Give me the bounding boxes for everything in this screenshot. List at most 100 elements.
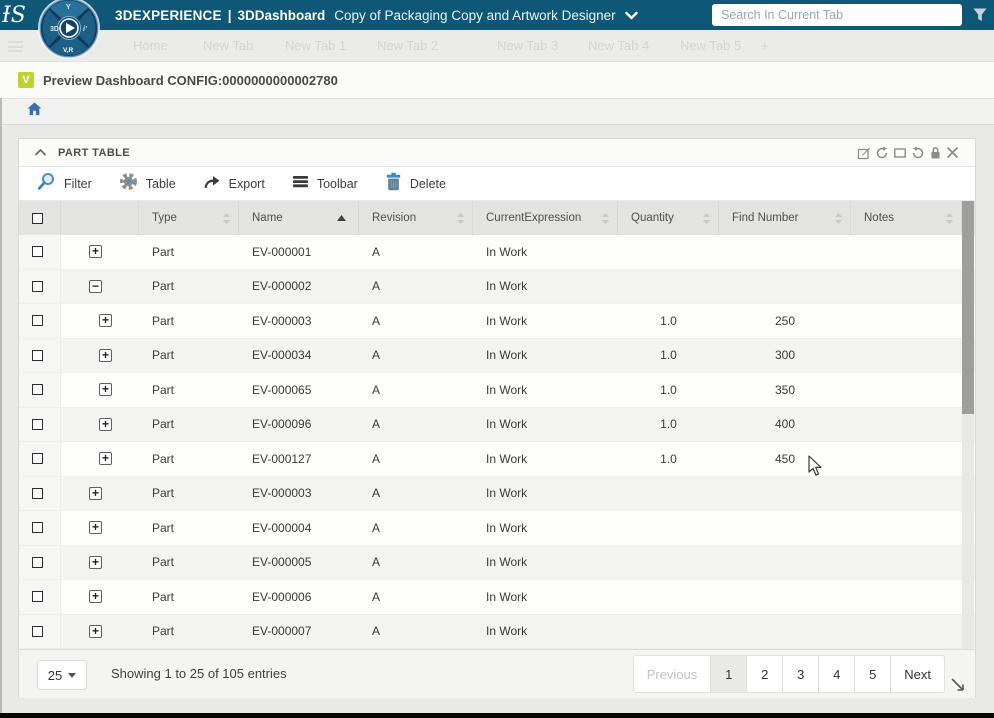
tab-new-tab-5[interactable]: New Tab 5 <box>680 38 741 53</box>
tab-new-tab-4[interactable]: New Tab 4 <box>588 38 649 53</box>
expand-row-button[interactable]: + <box>99 452 112 466</box>
cell-find-number: 300 <box>774 348 796 363</box>
row-checkbox[interactable] <box>32 487 43 499</box>
cell-type: Part <box>152 279 175 294</box>
sort-icon[interactable] <box>835 212 842 224</box>
lock-widget-icon[interactable] <box>929 146 942 160</box>
cell-type: Part <box>152 520 175 535</box>
collapse-widget-icon[interactable] <box>35 149 46 156</box>
refresh-widget-icon[interactable] <box>875 146 889 160</box>
expand-row-button[interactable]: + <box>99 417 112 431</box>
filter-funnel-icon[interactable] <box>972 7 988 28</box>
column-header-notes[interactable]: Notes <box>851 201 962 235</box>
cell-type: Part <box>152 382 175 397</box>
sort-icon[interactable] <box>223 212 230 224</box>
column-header-find-number[interactable]: Find Number <box>719 201 851 235</box>
expand-row-button[interactable]: + <box>89 521 102 535</box>
expand-row-button[interactable]: + <box>89 486 102 500</box>
page-button-2[interactable]: 2 <box>746 655 784 693</box>
undo-widget-icon[interactable] <box>911 146 925 160</box>
row-checkbox[interactable] <box>32 625 43 637</box>
sort-icon[interactable] <box>946 212 953 224</box>
sort-icon[interactable] <box>457 212 464 224</box>
expand-row-button[interactable]: + <box>89 624 102 638</box>
tab-home[interactable]: Home <box>133 38 168 53</box>
row-checkbox[interactable] <box>32 453 43 465</box>
delete-button[interactable]: Delete <box>385 172 446 196</box>
cell-type: Part <box>152 486 175 501</box>
row-checkbox[interactable] <box>32 556 43 568</box>
search-input[interactable] <box>712 4 962 26</box>
cell-notes <box>851 304 962 338</box>
page-button-4[interactable]: 4 <box>818 655 856 693</box>
expand-row-button[interactable]: + <box>99 314 112 328</box>
expand-row-button[interactable]: + <box>99 383 112 397</box>
cell-type: Part <box>152 417 175 432</box>
row-checkbox[interactable] <box>32 591 43 603</box>
row-expand-cell: + <box>61 442 139 476</box>
home-icon[interactable] <box>27 102 42 121</box>
row-checkbox[interactable] <box>32 280 43 292</box>
expand-column-header <box>61 201 139 235</box>
svg-text:Y: Y <box>66 4 71 11</box>
maximize-widget-icon[interactable] <box>893 146 907 160</box>
cell-notes <box>851 546 962 580</box>
export-button[interactable]: Export <box>203 173 265 195</box>
cell-quantity <box>618 270 719 304</box>
filter-button[interactable]: Filter <box>37 172 92 196</box>
tab-new-tab-1[interactable]: New Tab 1 <box>285 38 346 53</box>
page-button-1[interactable]: 1 <box>710 655 748 693</box>
row-checkbox[interactable] <box>32 246 43 258</box>
row-checkbox[interactable] <box>32 349 43 361</box>
page-button-3[interactable]: 3 <box>782 655 820 693</box>
sort-ascending-icon[interactable] <box>337 212 346 224</box>
dassault-3ds-logo: ƗS <box>2 3 26 28</box>
row-checkbox[interactable] <box>32 384 43 396</box>
select-all-checkbox[interactable] <box>32 212 43 224</box>
3dexperience-compass-logo[interactable]: 3D i’ V,R Y <box>37 0 101 61</box>
tab-new-tab-2[interactable]: New Tab 2 <box>377 38 438 53</box>
collapse-row-button[interactable]: − <box>89 279 102 293</box>
cell-quantity: 1.0 <box>660 451 677 466</box>
row-checkbox[interactable] <box>32 522 43 534</box>
svg-text:ƗS: ƗS <box>2 3 26 28</box>
previous-page-button[interactable]: Previous <box>632 655 712 693</box>
tab-new-tab-3[interactable]: New Tab 3 <box>497 38 558 53</box>
cell-find-number: 350 <box>774 382 796 397</box>
cell-name: EV-000004 <box>252 520 312 535</box>
column-header-name[interactable]: Name <box>239 201 359 235</box>
column-header-revision[interactable]: Revision <box>359 201 473 235</box>
table-settings-button[interactable]: Table <box>119 172 176 196</box>
tab-new-tab[interactable]: New Tab <box>203 38 253 53</box>
close-widget-icon[interactable] <box>946 146 959 159</box>
row-checkbox[interactable] <box>32 418 43 430</box>
cell-name: EV-000005 <box>252 555 312 570</box>
toolbar-button[interactable]: Toolbar <box>292 174 358 194</box>
cell-find-number: 400 <box>774 417 796 432</box>
expand-row-button[interactable]: + <box>89 245 102 259</box>
edit-widget-icon[interactable] <box>857 146 871 160</box>
column-header-current-expression[interactable]: CurrentExpression <box>473 201 618 235</box>
next-page-button[interactable]: Next <box>890 655 945 693</box>
tabs-menu-icon[interactable] <box>8 41 23 55</box>
page-size-dropdown[interactable]: 25 <box>37 660 87 690</box>
row-checkbox[interactable] <box>32 315 43 327</box>
column-header-quantity[interactable]: Quantity <box>618 201 719 235</box>
dashboard-title[interactable]: Copy of Packaging Copy and Artwork Desig… <box>334 8 615 23</box>
page-button-5[interactable]: 5 <box>854 655 892 693</box>
expand-row-button[interactable]: + <box>89 590 102 604</box>
sort-icon[interactable] <box>602 212 609 224</box>
sort-icon[interactable] <box>703 212 710 224</box>
expand-row-button[interactable]: + <box>89 555 102 569</box>
row-expand-cell: + <box>61 304 139 338</box>
cell-name: EV-000003 <box>252 313 312 328</box>
add-tab-button[interactable]: + <box>761 38 769 53</box>
row-expand-cell: + <box>61 546 139 580</box>
column-header-type[interactable]: Type <box>139 201 239 235</box>
scrollbar-thumb[interactable] <box>962 201 974 414</box>
vertical-scrollbar[interactable] <box>962 201 974 649</box>
chevron-down-icon[interactable] <box>624 11 638 20</box>
resize-handle-icon[interactable] <box>950 677 965 697</box>
filter-icon <box>37 172 56 196</box>
expand-row-button[interactable]: + <box>99 348 112 362</box>
